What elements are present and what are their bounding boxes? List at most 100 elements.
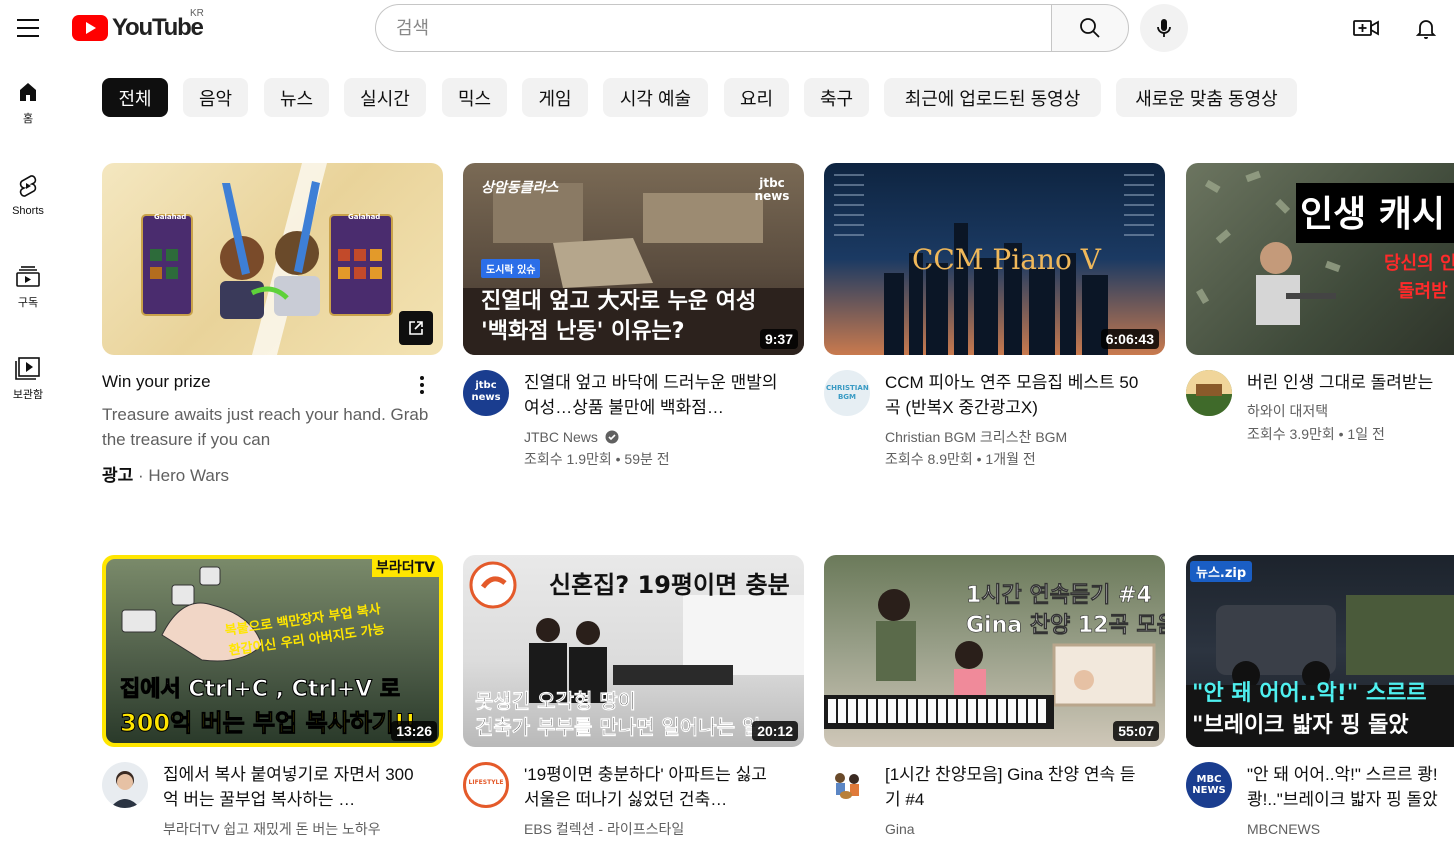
sidebar-item-label: Shorts [12, 205, 44, 217]
more-options-icon[interactable] [412, 373, 432, 397]
video-card: 뉴스.zip "안 돼 어어..악!" 스르르 "브레이크 밟자 핑 돌았 MB… [1186, 555, 1454, 846]
bell-icon [1415, 20, 1437, 39]
overlay-top-right: jtbc news [754, 176, 790, 203]
thumb-text-left: Galahad [154, 213, 187, 221]
avatar-text: MBC NEWS [1192, 774, 1226, 796]
library-icon [15, 357, 40, 380]
subscriptions-icon [16, 266, 40, 287]
video-card: 인생 캐시 당신의 인 돌려받 버린 인생 그대로 돌려받는 하와이 대저택 조… [1186, 163, 1454, 483]
external-link-button[interactable] [399, 311, 433, 345]
avatar-text: LIFESTYLE [468, 779, 504, 786]
video-thumbnail[interactable]: CCM Piano V 6:06:43 [824, 163, 1165, 355]
channel-name[interactable]: MBCNEWS [1247, 818, 1320, 840]
channel-avatar[interactable]: MBC NEWS [1186, 762, 1232, 808]
chip-cooking[interactable]: 요리 [724, 78, 789, 117]
video-card: 1시간 연속듣기 #4 Gina 찬양 12곡 모음 55:07 [1시간 찬양… [824, 555, 1166, 846]
video-title[interactable]: 집에서 복사 붙여넣기로 자면서 300억 버는 꿀부업 복사하는 … [163, 762, 423, 812]
video-thumbnail[interactable]: 인생 캐시 당신의 인 돌려받 [1186, 163, 1454, 355]
ad-label: 광고 [102, 466, 134, 485]
sidebar-item-label: 홈 [22, 113, 34, 125]
ad-byline: 광고 · Hero Wars [102, 461, 229, 486]
sidebar-item-home[interactable]: 홈 [0, 66, 56, 140]
video-title[interactable]: CCM 피아노 연주 모음집 베스트 50곡 (반복X 중간광고X) [885, 370, 1145, 420]
video-title[interactable]: '19평이면 충분하다' 아파트는 싫고 서울은 떠나기 싫었던 건축… [524, 762, 784, 812]
microphone-icon [1157, 19, 1171, 37]
search-icon [1080, 18, 1100, 38]
chip-news[interactable]: 뉴스 [264, 78, 329, 117]
overlay-line1: CCM Piano V [912, 243, 1101, 276]
video-duration: 9:37 [759, 329, 798, 349]
sidebar-item-subscriptions[interactable]: 구독 [0, 250, 56, 324]
sidebar-item-library[interactable]: 보관함 [0, 342, 56, 416]
chip-visual-arts[interactable]: 시각 예술 [603, 78, 708, 117]
channel-name[interactable]: Gina [885, 818, 915, 840]
youtube-logo[interactable]: YouTube KR [72, 8, 204, 42]
shorts-icon [19, 175, 37, 197]
chip-soccer[interactable]: 축구 [804, 78, 869, 117]
avatar-text: jtbc news [471, 380, 501, 403]
overlay-top-left: 상암동클라스 [481, 180, 559, 196]
video-duration: 13:26 [391, 721, 437, 741]
overlay-line1: 1시간 연속듣기 #4 [966, 583, 1152, 609]
video-card: 부라더TV 복붙으로 백만장자 부업 복사 환갑이신 우리 아버지도 가능 집에… [102, 555, 444, 846]
channel-avatar[interactable]: LIFESTYLE [463, 762, 509, 808]
sidebar-item-shorts[interactable]: Shorts [0, 158, 56, 232]
voice-search-button[interactable] [1140, 4, 1188, 52]
ad-title[interactable]: Win your prize [102, 372, 211, 392]
video-title[interactable]: 버린 인생 그대로 돌려받는 [1247, 370, 1454, 395]
channel-name[interactable]: 부라더TV 쉽고 재밌게 돈 버는 노하우 [163, 818, 381, 840]
video-title[interactable]: "안 돼 어어..악!" 스르르 쾅! 쾅!.."브레이크 밟자 핑 돌았 [1247, 762, 1454, 812]
search-button[interactable] [1051, 4, 1129, 52]
channel-avatar[interactable] [824, 762, 870, 808]
overlay-line3: 돌려받 [1398, 281, 1448, 302]
chip-gaming[interactable]: 게임 [522, 78, 588, 117]
video-stats: 조회수 3.9만회 • 1일 전 [1247, 426, 1385, 442]
menu-icon[interactable] [8, 8, 48, 48]
chip-all[interactable]: 전체 [102, 78, 168, 117]
person-avatar-icon [110, 771, 140, 808]
video-duration: 6:06:43 [1100, 329, 1159, 349]
video-duration: 55:07 [1113, 721, 1159, 741]
ad-thumbnail[interactable]: Galahad Galahad [102, 163, 443, 355]
channel-name-text: JTBC News [524, 429, 598, 445]
video-title[interactable]: [1시간 찬양모음] Gina 찬양 연속 듣기 #4 [885, 762, 1145, 812]
video-card: 신혼집? 19평이면 충분 못생긴 오각형 땅이 건축가 부부를 만나면 일어나… [463, 555, 805, 846]
chip-new-to-you[interactable]: 새로운 맞춤 동영상 [1116, 78, 1297, 117]
notifications-button[interactable] [1406, 8, 1446, 48]
channel-name[interactable]: JTBC News [524, 426, 619, 448]
channel-name[interactable]: Christian BGM 크리스찬 BGM [885, 426, 1067, 448]
video-thumbnail[interactable]: 신혼집? 19평이면 충분 못생긴 오각형 땅이 건축가 부부를 만나면 일어나… [463, 555, 804, 747]
video-thumbnail[interactable]: 1시간 연속듣기 #4 Gina 찬양 12곡 모음 55:07 [824, 555, 1165, 747]
overlay-line2: 당신의 인 [1384, 253, 1454, 274]
overlay-line2: 건축가 부부를 만나면 일어나는 일 [475, 715, 761, 740]
channel-avatar[interactable] [102, 762, 148, 808]
channel-avatar[interactable]: CHRISTIAN BGM [824, 370, 870, 416]
youtube-play-icon [72, 15, 108, 41]
ad-description: Treasure awaits just reach your hand. Gr… [102, 405, 429, 449]
search-input[interactable] [375, 4, 1051, 52]
channel-name[interactable]: 하와이 대저택 [1247, 400, 1328, 422]
chip-mix[interactable]: 믹스 [442, 78, 507, 117]
chip-music[interactable]: 음악 [183, 78, 248, 117]
sidebar-item-label: 구독 [17, 297, 39, 309]
video-thumbnail[interactable]: 뉴스.zip "안 돼 어어..악!" 스르르 "브레이크 밟자 핑 돌았 [1186, 555, 1454, 747]
overlay-line1: 인생 캐시 [1300, 194, 1446, 235]
video-thumbnail[interactable]: 상암동클라스 jtbc news 도시락 있슈 진열대 엎고 大자로 누운 여성… [463, 163, 804, 355]
chip-recently-uploaded[interactable]: 최근에 업로드된 동영상 [884, 78, 1101, 117]
video-title[interactable]: 진열대 엎고 바닥에 드러누운 맨발의 여성…상품 불만에 백화점… [524, 370, 784, 420]
video-thumbnail[interactable]: 부라더TV 복붙으로 백만장자 부업 복사 환갑이신 우리 아버지도 가능 집에… [102, 555, 443, 747]
thumb-text-right: Galahad [348, 213, 381, 221]
overlay-line2: 300억 버는 부업 복사하기!! [120, 709, 417, 738]
overlay-line2: "브레이크 밟자 핑 돌았 [1192, 713, 1409, 738]
search-bar [375, 4, 1129, 52]
channel-avatar[interactable] [1186, 370, 1232, 416]
video-stats: 조회수 8.9만회 • 1개월 전 [885, 451, 1036, 467]
overlay-line1: 진열대 엎고 大자로 누운 여성 [481, 289, 757, 314]
channel-name[interactable]: EBS 컬렉션 - 라이프스타일 [524, 818, 684, 840]
separator: · [138, 466, 149, 485]
video-stats: 조회수 1.9만회 • 59분 전 [524, 451, 670, 467]
guitar-avatar-icon [835, 773, 859, 799]
chip-live[interactable]: 실시간 [344, 78, 426, 117]
channel-avatar[interactable]: jtbc news [463, 370, 509, 416]
create-video-button[interactable] [1346, 8, 1386, 48]
